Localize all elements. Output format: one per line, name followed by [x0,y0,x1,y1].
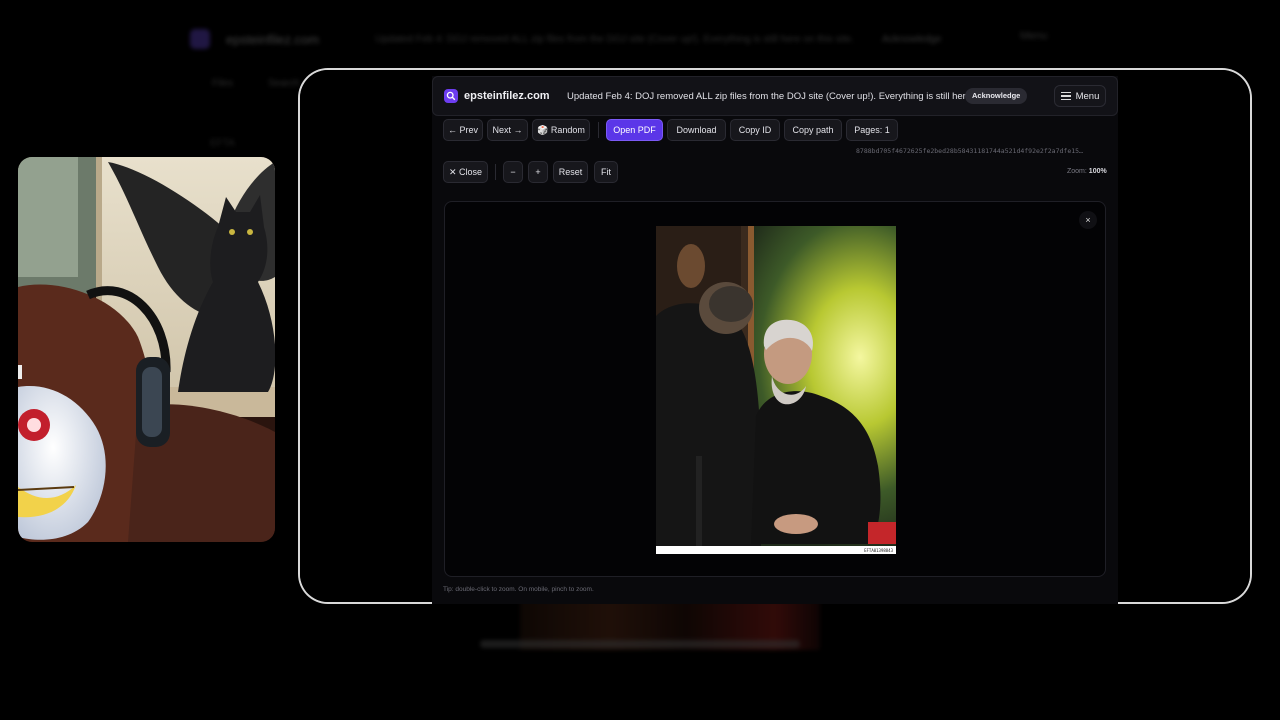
menu-label: Menu [1075,90,1100,102]
divider [598,122,599,138]
bg-brand: epsteinfilez.com [226,31,320,47]
copy-id-button[interactable]: Copy ID [730,119,780,141]
update-notice: Updated Feb 4: DOJ removed ALL zip files… [567,91,1022,102]
zoom-in-button[interactable]: + [528,161,548,183]
bg-scrollbar[interactable] [480,640,800,648]
pages-indicator: Pages: 1 [846,119,898,141]
fit-button[interactable]: Fit [594,161,618,183]
bg-line: EFTA [210,138,235,149]
photo-caption-strip [656,546,896,554]
download-button[interactable]: Download [667,119,726,141]
file-hash: 8788bd705f4672625fe2bed28b58431181744a52… [856,147,1083,155]
document-photo[interactable]: EFTA01398843 [656,226,896,554]
webcam-feed [18,157,275,542]
bg-header: epsteinfilez.com Updated Feb 4: DOJ remo… [190,22,1090,56]
document-viewer: epsteinfilez.com Updated Feb 4: DOJ remo… [432,76,1118,604]
bg-logo-icon [190,29,210,49]
search-logo-icon[interactable] [444,89,458,103]
divider [495,164,496,180]
copy-path-button[interactable]: Copy path [784,119,842,141]
site-brand[interactable]: epsteinfilez.com [464,90,550,102]
open-pdf-button[interactable]: Open PDF [606,119,663,141]
next-button[interactable]: Next → [487,119,528,141]
acknowledge-button[interactable]: Acknowledge [965,88,1028,104]
random-button[interactable]: 🎲 Random [532,119,590,141]
menu-button[interactable]: Menu [1054,85,1106,107]
image-viewer[interactable]: × EFTA01398843 [444,201,1106,577]
bg-notice: Updated Feb 4: DOJ removed ALL zip files… [375,33,854,45]
bg-menu: Menu [1020,30,1048,42]
close-button[interactable]: ✕ Close [443,161,488,183]
zoom-out-button[interactable]: − [503,161,523,183]
zoom-level: Zoom: 100% [1067,168,1107,175]
reset-zoom-button[interactable]: Reset [553,161,588,183]
close-icon[interactable]: × [1079,211,1097,229]
zoom-value: 100% [1088,168,1107,175]
zoom-label: Zoom: [1067,168,1087,175]
hamburger-icon [1060,92,1071,100]
zoom-tip: Tip: double-click to zoom. On mobile, pi… [443,586,594,593]
photo-id: EFTA01398843 [864,548,893,553]
top-bar: epsteinfilez.com Updated Feb 4: DOJ remo… [432,76,1118,116]
bg-nav-files: Files [212,78,234,89]
prev-button[interactable]: ← Prev [443,119,483,141]
bg-ack: Acknowledge [881,33,942,45]
bg-nav-search: Search [268,78,300,89]
